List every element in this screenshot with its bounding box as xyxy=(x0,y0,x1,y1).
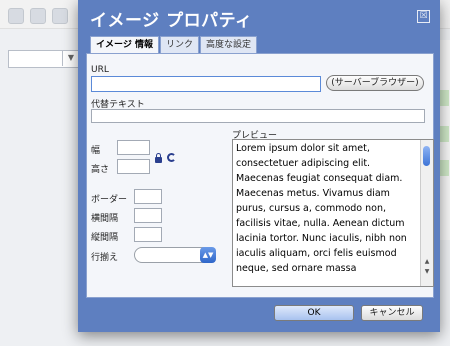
server-browser-button[interactable]: (サーバーブラウザー) xyxy=(326,75,424,91)
tab-advanced[interactable]: 高度な設定 xyxy=(199,36,257,53)
chevron-down-icon[interactable]: ▼ xyxy=(62,50,79,66)
align-select[interactable]: ▲▼ xyxy=(134,247,216,263)
image-icon[interactable] xyxy=(52,8,68,24)
image-properties-dialog: イメージ プロパティ ☒ イメージ 情報 リンク 高度な設定 URL (サーバー… xyxy=(78,0,440,332)
hspace-input[interactable] xyxy=(134,208,162,223)
tab-link[interactable]: リンク xyxy=(159,36,199,53)
ok-button[interactable]: OK xyxy=(274,305,354,321)
tab-image-info[interactable]: イメージ 情報 xyxy=(90,36,159,54)
anchor-icon[interactable] xyxy=(30,8,46,24)
cancel-button[interactable]: キャンセル xyxy=(361,305,423,321)
width-label: 幅 xyxy=(91,146,101,156)
url-label: URL xyxy=(91,65,109,75)
height-label: 高さ xyxy=(91,165,110,175)
preview-scrollbar[interactable]: ▲ ▼ xyxy=(420,140,433,286)
preview-text: Lorem ipsum dolor sit amet, consectetuer… xyxy=(236,143,407,274)
vspace-label: 縦間隔 xyxy=(91,233,119,243)
reset-size-icon[interactable] xyxy=(167,153,176,162)
dialog-tabs: イメージ 情報 リンク 高度な設定 xyxy=(90,36,258,54)
width-input[interactable] xyxy=(117,140,150,155)
toolbar-icon[interactable] xyxy=(8,8,24,24)
border-input[interactable] xyxy=(134,189,162,204)
alt-text-input[interactable] xyxy=(91,109,425,123)
vspace-input[interactable] xyxy=(134,227,162,242)
scroll-up-icon[interactable]: ▲ xyxy=(421,258,433,265)
dialog-title: イメージ プロパティ xyxy=(90,11,253,31)
lock-icon[interactable] xyxy=(155,153,162,163)
select-arrows-icon: ▲▼ xyxy=(200,247,216,263)
height-input[interactable] xyxy=(117,159,150,174)
preview-box[interactable]: Lorem ipsum dolor sit amet, consectetuer… xyxy=(232,139,434,287)
image-info-panel: URL (サーバーブラウザー) 代替テキスト 幅 高さ ボーダー 横間隔 縦間隔… xyxy=(86,53,434,298)
scroll-down-icon[interactable]: ▼ xyxy=(421,268,433,275)
url-input[interactable] xyxy=(91,76,321,92)
border-label: ボーダー xyxy=(91,195,128,205)
hspace-label: 横間隔 xyxy=(91,214,119,224)
scrollbar-thumb[interactable] xyxy=(423,146,430,166)
close-icon[interactable]: ☒ xyxy=(417,10,430,23)
align-label: 行揃え xyxy=(91,253,119,263)
